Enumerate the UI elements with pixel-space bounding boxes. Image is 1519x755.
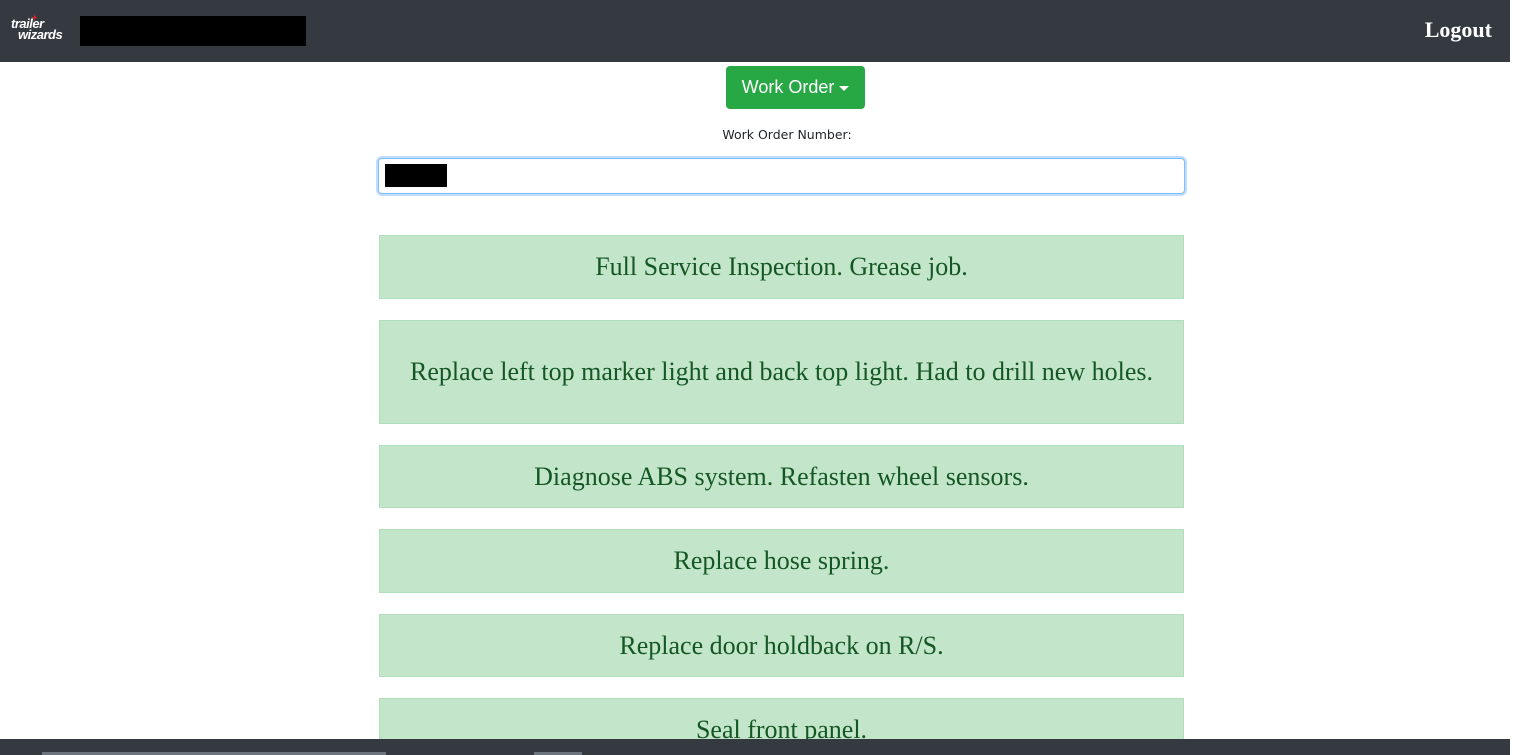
task-item-text: Diagnose ABS system. Refasten wheel sens… — [534, 461, 1029, 491]
caret-down-icon — [839, 85, 850, 91]
task-item[interactable]: Replace hose spring. — [379, 529, 1184, 593]
task-item[interactable]: Diagnose ABS system. Refasten wheel sens… — [379, 445, 1184, 508]
task-item[interactable]: Replace left top marker light and back t… — [379, 320, 1184, 424]
work-order-dropdown-label: Work Order — [741, 77, 835, 97]
top-navbar: trailer wizards Logout — [0, 0, 1510, 62]
work-order-number-label: Work Order Number: — [0, 127, 1519, 142]
task-item[interactable]: Full Service Inspection. Grease job. — [379, 235, 1184, 299]
logo-text-line2: wizards — [18, 27, 63, 42]
task-item-text: Full Service Inspection. Grease job. — [595, 252, 968, 281]
redacted-work-order-value — [385, 164, 447, 187]
task-item[interactable]: Replace door holdback on R/S. — [379, 614, 1184, 677]
logo-spark-icon — [31, 14, 38, 21]
redacted-user-name — [80, 16, 306, 46]
logout-link[interactable]: Logout — [1425, 17, 1492, 43]
work-order-number-label-text: Work Order Number: — [722, 127, 852, 142]
task-item-text: Replace hose spring. — [673, 546, 890, 575]
work-order-number-input[interactable] — [378, 158, 1185, 194]
work-order-dropdown-button[interactable]: Work Order — [726, 66, 865, 109]
trailer-wizards-logo[interactable]: trailer wizards — [11, 14, 71, 46]
task-item-text: Replace left top marker light and back t… — [410, 357, 1153, 386]
task-item-text: Replace door holdback on R/S. — [619, 630, 944, 660]
